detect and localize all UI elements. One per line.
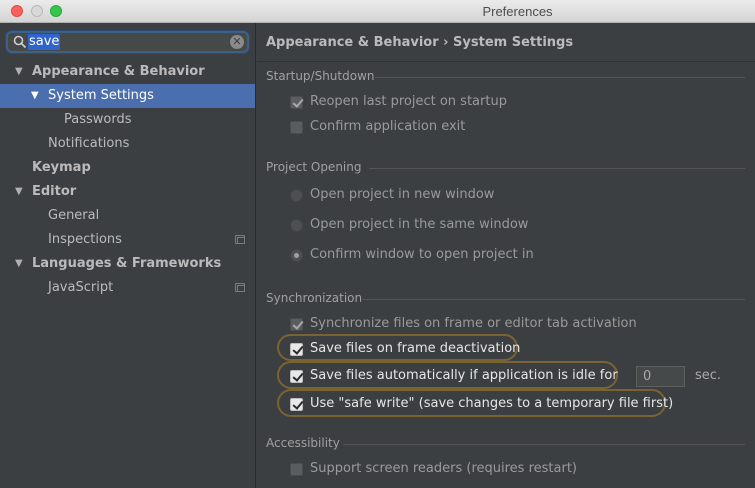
tree-item-label: Editor	[32, 184, 77, 199]
radio-button[interactable]	[290, 189, 303, 202]
checkbox-box[interactable]	[290, 121, 303, 134]
window-title: Preferences	[482, 4, 553, 19]
group-title-project-opening: Project Opening	[266, 160, 362, 174]
checkbox-box[interactable]	[290, 398, 303, 411]
checkbox-label: Save files automatically if application …	[310, 368, 618, 383]
breadcrumb: Appearance & Behavior › System Settings	[266, 35, 574, 50]
close-window-button[interactable]	[11, 5, 23, 17]
settings-panel: Appearance & Behavior › System Settings …	[257, 23, 755, 488]
group-divider	[363, 299, 745, 300]
tree-item-label: Passwords	[64, 112, 132, 127]
tree-item-label: General	[48, 208, 100, 223]
settings-tree: ▼ Appearance & Behavior ▼ System Setting…	[0, 60, 255, 300]
expanded-arrow-icon[interactable]: ▼	[15, 180, 23, 204]
checkbox-box[interactable]	[290, 370, 303, 383]
tree-item-notifications[interactable]: Notifications	[0, 132, 255, 156]
tree-item-label: Notifications	[48, 136, 130, 151]
tree-item-label: Languages & Frameworks	[32, 256, 222, 271]
search-icon	[13, 35, 27, 49]
tree-item-appearance-behavior[interactable]: ▼ Appearance & Behavior	[0, 60, 255, 84]
tree-item-keymap[interactable]: Keymap	[0, 156, 255, 180]
clear-search-icon[interactable]: ✕	[230, 35, 244, 49]
checkbox-label: Support screen readers (requires restart…	[310, 461, 577, 476]
tree-item-editor[interactable]: ▼ Editor	[0, 180, 255, 204]
project-settings-icon	[235, 283, 245, 292]
checkbox-box[interactable]	[290, 463, 303, 476]
checkbox-label: Save files on frame deactivation	[310, 341, 521, 356]
radio-label: Open project in the same window	[310, 217, 529, 232]
group-divider	[375, 77, 745, 78]
radio-button[interactable]	[290, 249, 303, 262]
idle-seconds-field[interactable]: 0	[636, 366, 685, 387]
expanded-arrow-icon[interactable]: ▼	[15, 60, 23, 84]
radio-label: Open project in new window	[310, 187, 495, 202]
radio-label: Confirm window to open project in	[310, 247, 534, 262]
radio-button[interactable]	[290, 219, 303, 232]
group-title-synchronization: Synchronization	[266, 291, 363, 305]
checkbox-box[interactable]	[290, 343, 303, 356]
header-divider	[257, 61, 755, 62]
checkbox-label: Use "safe write" (save changes to a temp…	[310, 396, 674, 411]
settings-sidebar: save ✕ ▼ Appearance & Behavior ▼ System …	[0, 23, 256, 488]
group-divider	[369, 168, 745, 169]
group-title-startup: Startup/Shutdown	[266, 69, 375, 83]
checkbox-box[interactable]	[290, 96, 303, 109]
project-settings-icon	[235, 235, 245, 244]
title-bar: Preferences	[0, 0, 755, 23]
tree-item-label: Appearance & Behavior	[32, 64, 205, 79]
tree-item-label: JavaScript	[48, 280, 114, 295]
search-field[interactable]: save ✕	[6, 31, 249, 53]
minimize-window-button[interactable]	[31, 5, 43, 17]
group-divider	[343, 444, 745, 445]
expanded-arrow-icon[interactable]: ▼	[31, 84, 39, 108]
checkbox-label: Synchronize files on frame or editor tab…	[310, 316, 637, 331]
zoom-window-button[interactable]	[50, 5, 62, 17]
expanded-arrow-icon[interactable]: ▼	[15, 252, 23, 276]
tree-item-system-settings[interactable]: ▼ System Settings	[0, 84, 255, 108]
search-query[interactable]: save	[28, 34, 61, 50]
tree-item-languages-frameworks[interactable]: ▼ Languages & Frameworks	[0, 252, 255, 276]
idle-unit-label: sec.	[695, 368, 722, 383]
tree-item-passwords[interactable]: Passwords	[0, 108, 255, 132]
tree-item-label: Keymap	[32, 160, 91, 175]
tree-item-javascript[interactable]: JavaScript	[0, 276, 255, 300]
tree-item-inspections[interactable]: Inspections	[0, 228, 255, 252]
group-title-accessibility: Accessibility	[266, 436, 340, 450]
checkbox-box[interactable]	[290, 318, 303, 331]
tree-item-label: Inspections	[48, 232, 122, 247]
tree-item-label: System Settings	[48, 88, 154, 103]
checkbox-label: Reopen last project on startup	[310, 94, 507, 109]
tree-item-general[interactable]: General	[0, 204, 255, 228]
checkbox-label: Confirm application exit	[310, 119, 466, 134]
